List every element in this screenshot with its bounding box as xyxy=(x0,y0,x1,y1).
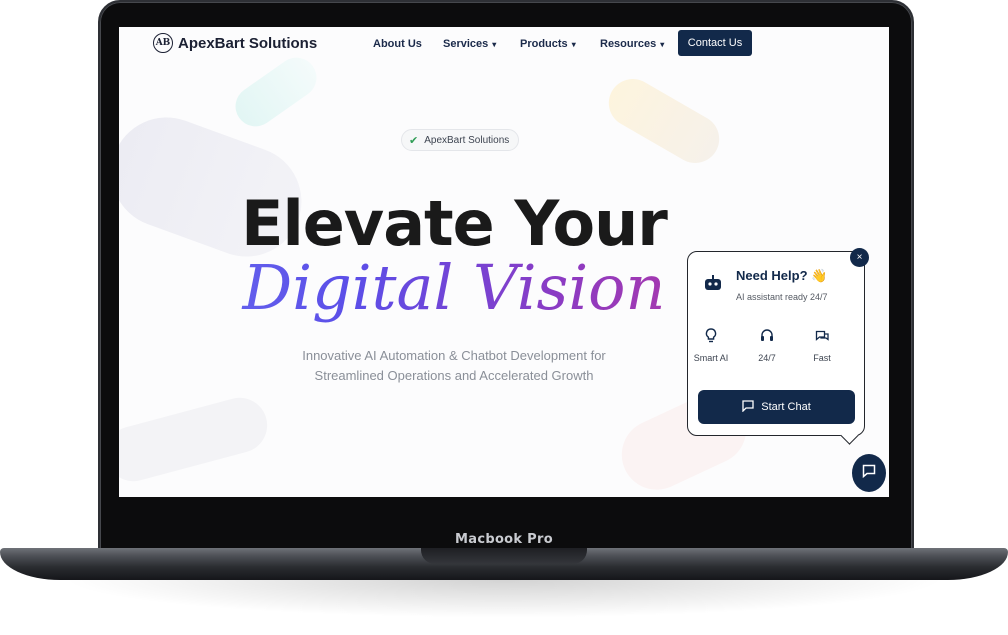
feature-24-7: 24/7 xyxy=(747,328,787,363)
chat-bubbles-icon xyxy=(802,328,842,344)
leaf-icon: ✔ xyxy=(409,134,419,147)
laptop-notch xyxy=(421,548,587,564)
headset-icon xyxy=(747,328,787,344)
help-title: Need Help? 👋 xyxy=(736,268,828,283)
chat-icon xyxy=(742,399,754,415)
nav-services[interactable]: Services ▾ xyxy=(443,38,496,50)
help-subtitle: AI assistant ready 24/7 xyxy=(736,292,828,302)
feature-label: 24/7 xyxy=(758,353,776,363)
feature-smart-ai: Smart AI xyxy=(691,328,731,363)
start-chat-label: Start Chat xyxy=(761,401,811,413)
badge-label: ApexBart Solutions xyxy=(424,134,510,146)
help-popup: Need Help? 👋 AI assistant ready 24/7 Sma… xyxy=(687,251,865,436)
nav-label: Resources xyxy=(600,38,657,50)
logo-mark-icon: AB xyxy=(153,33,173,53)
website-screen: AB ApexBart Solutions About Us Services … xyxy=(119,27,889,497)
lightbulb-icon xyxy=(691,328,731,344)
nav-products[interactable]: Products ▾ xyxy=(520,38,576,50)
nav-label: Products xyxy=(520,38,568,50)
top-navigation: AB ApexBart Solutions About Us Services … xyxy=(119,27,889,63)
decor-blob xyxy=(600,70,728,172)
nav-label: About Us xyxy=(373,38,422,50)
subtitle-line: Innovative AI Automation & Chatbot Devel… xyxy=(302,348,606,363)
site-logo[interactable]: AB ApexBart Solutions xyxy=(153,33,317,53)
feature-fast: Fast xyxy=(802,328,842,363)
laptop-shadow xyxy=(60,578,948,618)
decor-blob xyxy=(119,391,274,488)
hero-subtitle: Innovative AI Automation & Chatbot Devel… xyxy=(269,346,639,386)
hero-badge: ✔ ApexBart Solutions xyxy=(401,129,520,151)
hero-headline-line1: Elevate Your xyxy=(241,187,668,260)
nav-label: Services xyxy=(443,38,489,50)
chevron-down-icon: ▾ xyxy=(492,39,497,49)
chat-icon xyxy=(862,464,876,483)
logo-text: ApexBart Solutions xyxy=(178,34,318,52)
nav-resources[interactable]: Resources ▾ xyxy=(600,38,664,50)
start-chat-button[interactable]: Start Chat xyxy=(698,390,855,424)
close-help-button[interactable]: × xyxy=(850,248,869,267)
chevron-down-icon: ▾ xyxy=(660,39,665,49)
robot-icon xyxy=(704,275,722,296)
device-label: Macbook Pro xyxy=(455,532,553,547)
feature-label: Fast xyxy=(813,353,831,363)
nav-about-us[interactable]: About Us xyxy=(373,38,422,50)
chat-launcher-button[interactable] xyxy=(852,454,886,492)
chevron-down-icon: ▾ xyxy=(571,39,576,49)
feature-label: Smart AI xyxy=(693,353,729,363)
subtitle-line: Streamlined Operations and Accelerated G… xyxy=(314,368,594,383)
contact-us-button[interactable]: Contact Us xyxy=(678,30,752,56)
